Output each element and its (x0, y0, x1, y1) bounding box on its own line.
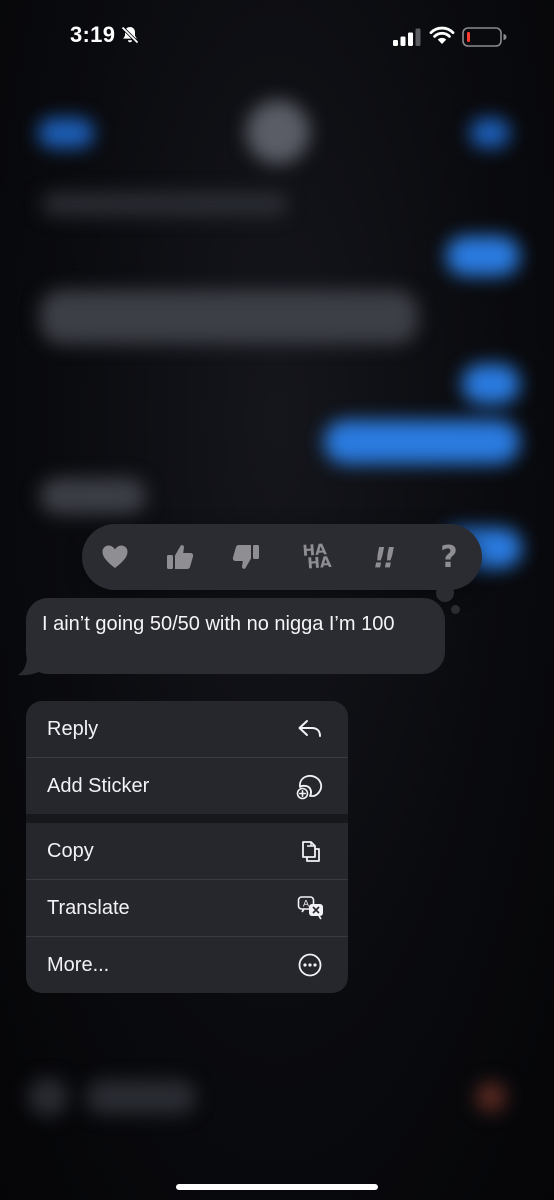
tapback-bubble-dot (451, 605, 460, 614)
blurred-message (42, 192, 288, 216)
menu-item-translate[interactable]: Translate A (26, 880, 348, 936)
blurred-input-bar (476, 1082, 506, 1112)
svg-text:A: A (303, 900, 310, 910)
menu-item-label: Add Sticker (47, 775, 150, 797)
translate-icon: A (297, 896, 323, 920)
tapback-bubble-dot (436, 584, 454, 602)
heart-icon (102, 545, 128, 568)
menu-item-reply[interactable]: Reply (26, 701, 348, 757)
home-indicator[interactable] (176, 1184, 378, 1190)
menu-item-label: Copy (47, 840, 94, 862)
double-exclamation-icon: !! (373, 540, 395, 574)
blurred-message (462, 364, 520, 404)
wifi-icon (429, 26, 455, 44)
tapback-question[interactable]: ? (422, 524, 476, 590)
thumbs-up-icon (167, 545, 194, 569)
blurred-avatar (246, 100, 310, 164)
reply-arrow-icon (298, 720, 321, 737)
tapback-emphasize[interactable]: !! (356, 524, 410, 590)
tapback-thumbs-up[interactable] (153, 524, 207, 590)
blurred-back-button (38, 118, 94, 148)
haha-line-2: HA (306, 552, 333, 573)
message-text: I ain’t going 50/50 with no nigga I’m 10… (42, 613, 395, 635)
sticker-add-icon (296, 774, 323, 800)
question-icon: ? (440, 539, 458, 575)
bell-muted-icon (121, 26, 139, 44)
blurred-message (40, 478, 146, 514)
message-context-menu: Reply Add Sticker Copy Translate A More.… (26, 701, 348, 993)
blurred-message (324, 420, 520, 464)
copy-icon (302, 841, 320, 862)
menu-item-label: More... (47, 954, 110, 976)
battery-low-icon (462, 27, 507, 47)
menu-item-add-sticker[interactable]: Add Sticker (26, 758, 348, 814)
menu-item-more[interactable]: More... (26, 937, 348, 993)
blurred-video-button (470, 118, 510, 148)
blurred-input-bar (86, 1080, 196, 1114)
tapback-thumbs-down[interactable] (219, 524, 273, 590)
messages-screen: 3:19 HA HA !! ? I ain’t going 50/50 with… (0, 0, 554, 1200)
tapback-bar: HA HA !! ? (82, 524, 482, 590)
thumbs-down-icon (232, 545, 259, 569)
blurred-message (446, 236, 520, 276)
blurred-message (40, 290, 418, 344)
selected-message-bubble[interactable]: I ain’t going 50/50 with no nigga I’m 10… (26, 598, 445, 674)
tapback-haha[interactable]: HA HA (288, 524, 342, 590)
menu-item-label: Translate (47, 897, 130, 919)
cellular-signal-icon (393, 28, 421, 46)
blurred-input-bar (28, 1078, 68, 1116)
status-bar: 3:19 (0, 0, 554, 70)
haha-icon: HA HA (298, 540, 333, 573)
menu-section-gap (26, 814, 348, 823)
ellipsis-circle-icon (298, 953, 322, 977)
menu-item-copy[interactable]: Copy (26, 823, 348, 879)
tapback-heart[interactable] (88, 524, 142, 590)
menu-item-label: Reply (47, 718, 99, 740)
status-time: 3:19 (70, 22, 116, 47)
